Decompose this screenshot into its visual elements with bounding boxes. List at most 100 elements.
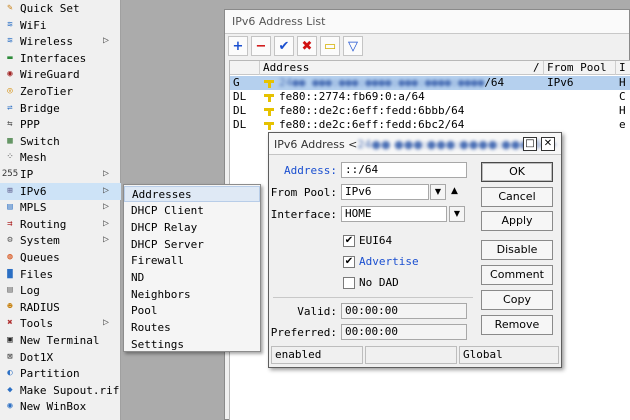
submenu-item-dhcp-relay[interactable]: DHCP Relay [124, 219, 260, 235]
separator [273, 297, 473, 298]
ipv6-address-dialog: IPv6 Address <24●● ●●●:●●●:●●●●:●●●/64> … [268, 132, 562, 368]
remove-button[interactable]: Remove [481, 315, 553, 335]
table-row[interactable]: DL fe80::de2c:6eff:fedd:6bbb/64 H [230, 104, 630, 118]
sidebar-item-wireless[interactable]: ≋ Wireless ▷ [0, 33, 121, 50]
table-row[interactable]: G 24●● ●●●:●●●:●●●●:●●●:●●●●:●●●●/64 IPv6 H [230, 76, 630, 90]
sidebar-item-wifi[interactable]: ≋ WiFi [0, 17, 121, 34]
sidebar-item-ip[interactable]: 255 IP ▷ [0, 166, 121, 183]
sidebar-item-wireguard[interactable]: ◉ WireGuard [0, 66, 121, 83]
sidebar-item-label: ZeroTier [20, 85, 73, 98]
disable-button[interactable]: Disable [481, 240, 553, 260]
submenu-arrow-icon: ▷ [103, 234, 110, 246]
sidebar-item-dot1x[interactable]: ⊠ Dot1X [0, 349, 121, 366]
interface-dropdown[interactable]: ▼ [449, 206, 465, 222]
cancel-button[interactable]: Cancel [481, 187, 553, 207]
sidebar-item-label: WireGuard [20, 68, 80, 82]
mesh-icon: ⁘ [6, 152, 14, 163]
comment-button[interactable]: ▭ [320, 36, 340, 56]
sidebar-item-quick-set[interactable]: ✎ Quick Set [0, 0, 121, 17]
submenu-arrow-icon: ▷ [103, 168, 110, 179]
no-dad-checkbox[interactable] [343, 277, 355, 289]
filter-button[interactable]: ▽ [343, 36, 363, 56]
submenu-item-routes[interactable]: Routes [124, 320, 260, 336]
blurred-address: 24●● ●●●:●●●:●●●●:●●●:●●●●:●●●● [279, 76, 485, 89]
sidebar-item-tools[interactable]: ✖ Tools ▷ [0, 315, 121, 332]
sidebar-item-interfaces[interactable]: ▬ Interfaces [0, 50, 121, 67]
ok-button[interactable]: OK [481, 162, 553, 182]
sidebar-item-label: Routing [20, 217, 67, 231]
sidebar-item-switch[interactable]: ▦ Switch [0, 133, 121, 150]
no-dad-label: No DAD [359, 276, 399, 289]
submenu-item-dhcp-server[interactable]: DHCP Server [124, 236, 260, 252]
submenu-arrow-icon: ▷ [103, 201, 110, 213]
sidebar-item-label: New WinBox [20, 400, 87, 414]
filter-icon: ▽ [348, 38, 358, 54]
sidebar-item-make-supout-rif[interactable]: ◆ Make Supout.rif [0, 382, 121, 399]
table-row[interactable]: DL fe80::de2c:6eff:fedd:6bc2/64 e [230, 118, 630, 132]
sidebar-item-queues[interactable]: ◍ Queues [0, 249, 121, 266]
sidebar-item-ipv6[interactable]: ⊞ IPv6 ▷ [0, 182, 121, 200]
partition-icon: ◐ [7, 368, 13, 379]
address-icon [264, 78, 274, 88]
interface-field[interactable]: HOME [341, 206, 447, 222]
address-cell: fe80::de2c:6eff:fedd:6bc2/64 [279, 118, 465, 131]
sidebar-item-new-terminal[interactable]: ▣ New Terminal [0, 332, 121, 349]
sidebar-item-files[interactable]: ▇ Files [0, 266, 121, 283]
remove-button[interactable]: − [251, 36, 271, 56]
tools-icon: ✖ [7, 318, 13, 329]
add-button[interactable]: + [228, 36, 248, 56]
submenu-item-addresses[interactable]: Addresses [124, 186, 260, 202]
preferred-label: Preferred: [270, 326, 337, 339]
address-column-header[interactable]: Address [260, 61, 544, 75]
sidebar-item-bridge[interactable]: ⇌ Bridge [0, 100, 121, 117]
collapse-arrow-icon[interactable]: ▲ [451, 186, 458, 196]
sidebar-item-new-winbox[interactable]: ◉ New WinBox [0, 398, 121, 415]
sidebar-item-radius[interactable]: ☻ RADIUS [0, 299, 121, 316]
minus-icon: − [255, 38, 267, 54]
sidebar-item-label: Bridge [20, 101, 60, 115]
submenu-item-firewall[interactable]: Firewall [124, 253, 260, 269]
interface-column-header[interactable]: I [616, 61, 630, 75]
address-cell: 24●● ●●●:●●●:●●●●:●●●:●●●●:●●●●/64 [276, 76, 542, 90]
submenu-item-nd[interactable]: ND [124, 270, 260, 286]
sidebar-item-label: Files [20, 267, 54, 281]
valid-field: 00:00:00 [341, 303, 467, 319]
submenu-item-pool[interactable]: Pool [124, 303, 260, 319]
advertise-checkbox[interactable]: ✔ [343, 256, 355, 268]
sidebar-item-mpls[interactable]: ▤ MPLS ▷ [0, 199, 121, 216]
from-pool-field[interactable]: IPv6 [341, 184, 429, 200]
interfaces-icon: ▬ [7, 52, 13, 63]
sidebar-item-mesh[interactable]: ⁘ Mesh [0, 149, 121, 166]
submenu-item-settings[interactable]: Settings [124, 336, 260, 352]
copy-button[interactable]: Copy [481, 290, 553, 310]
sidebar-item-partition[interactable]: ◐ Partition [0, 365, 121, 382]
comment-button[interactable]: Comment [481, 265, 553, 285]
from-pool-column-header[interactable]: From Pool [544, 61, 616, 75]
sidebar-item-label: IP [20, 168, 34, 181]
flag-column-header[interactable] [230, 61, 260, 75]
sidebar-item-log[interactable]: ▤ Log [0, 282, 121, 299]
from-pool-dropdown[interactable]: ▼ [430, 184, 446, 200]
address-field[interactable]: ::/64 [341, 162, 467, 178]
disable-button[interactable]: ✖ [297, 36, 317, 56]
interface-cell: H [619, 104, 626, 117]
restore-button[interactable]: □ [523, 137, 537, 151]
sidebar-item-label: Log [20, 284, 40, 298]
sidebar-item-system[interactable]: ⚙ System ▷ [0, 232, 121, 249]
submenu-item-neighbors[interactable]: Neighbors [124, 286, 260, 302]
enable-button[interactable]: ✔ [274, 36, 294, 56]
address-icon [264, 92, 274, 102]
sidebar-item-routing[interactable]: ⇉ Routing ▷ [0, 216, 121, 233]
eui64-checkbox[interactable]: ✔ [343, 235, 355, 247]
table-row[interactable]: DL fe80::2774:fb69:0:a/64 C [230, 90, 630, 104]
routing-icon: ⇉ [7, 218, 13, 229]
sidebar-item-label: New Terminal [20, 334, 100, 347]
apply-button[interactable]: Apply [481, 211, 553, 231]
sidebar-item-zerotier[interactable]: ◎ ZeroTier [0, 83, 121, 100]
status-scope: Global [459, 346, 559, 364]
sidebar-item-ppp[interactable]: ⇆ PPP [0, 116, 121, 133]
submenu-item-dhcp-client[interactable]: DHCP Client [124, 203, 260, 219]
close-button[interactable]: ✕ [541, 137, 555, 151]
submenu-arrow-icon: ▷ [103, 317, 110, 329]
address-cell: fe80::2774:fb69:0:a/64 [279, 90, 425, 103]
